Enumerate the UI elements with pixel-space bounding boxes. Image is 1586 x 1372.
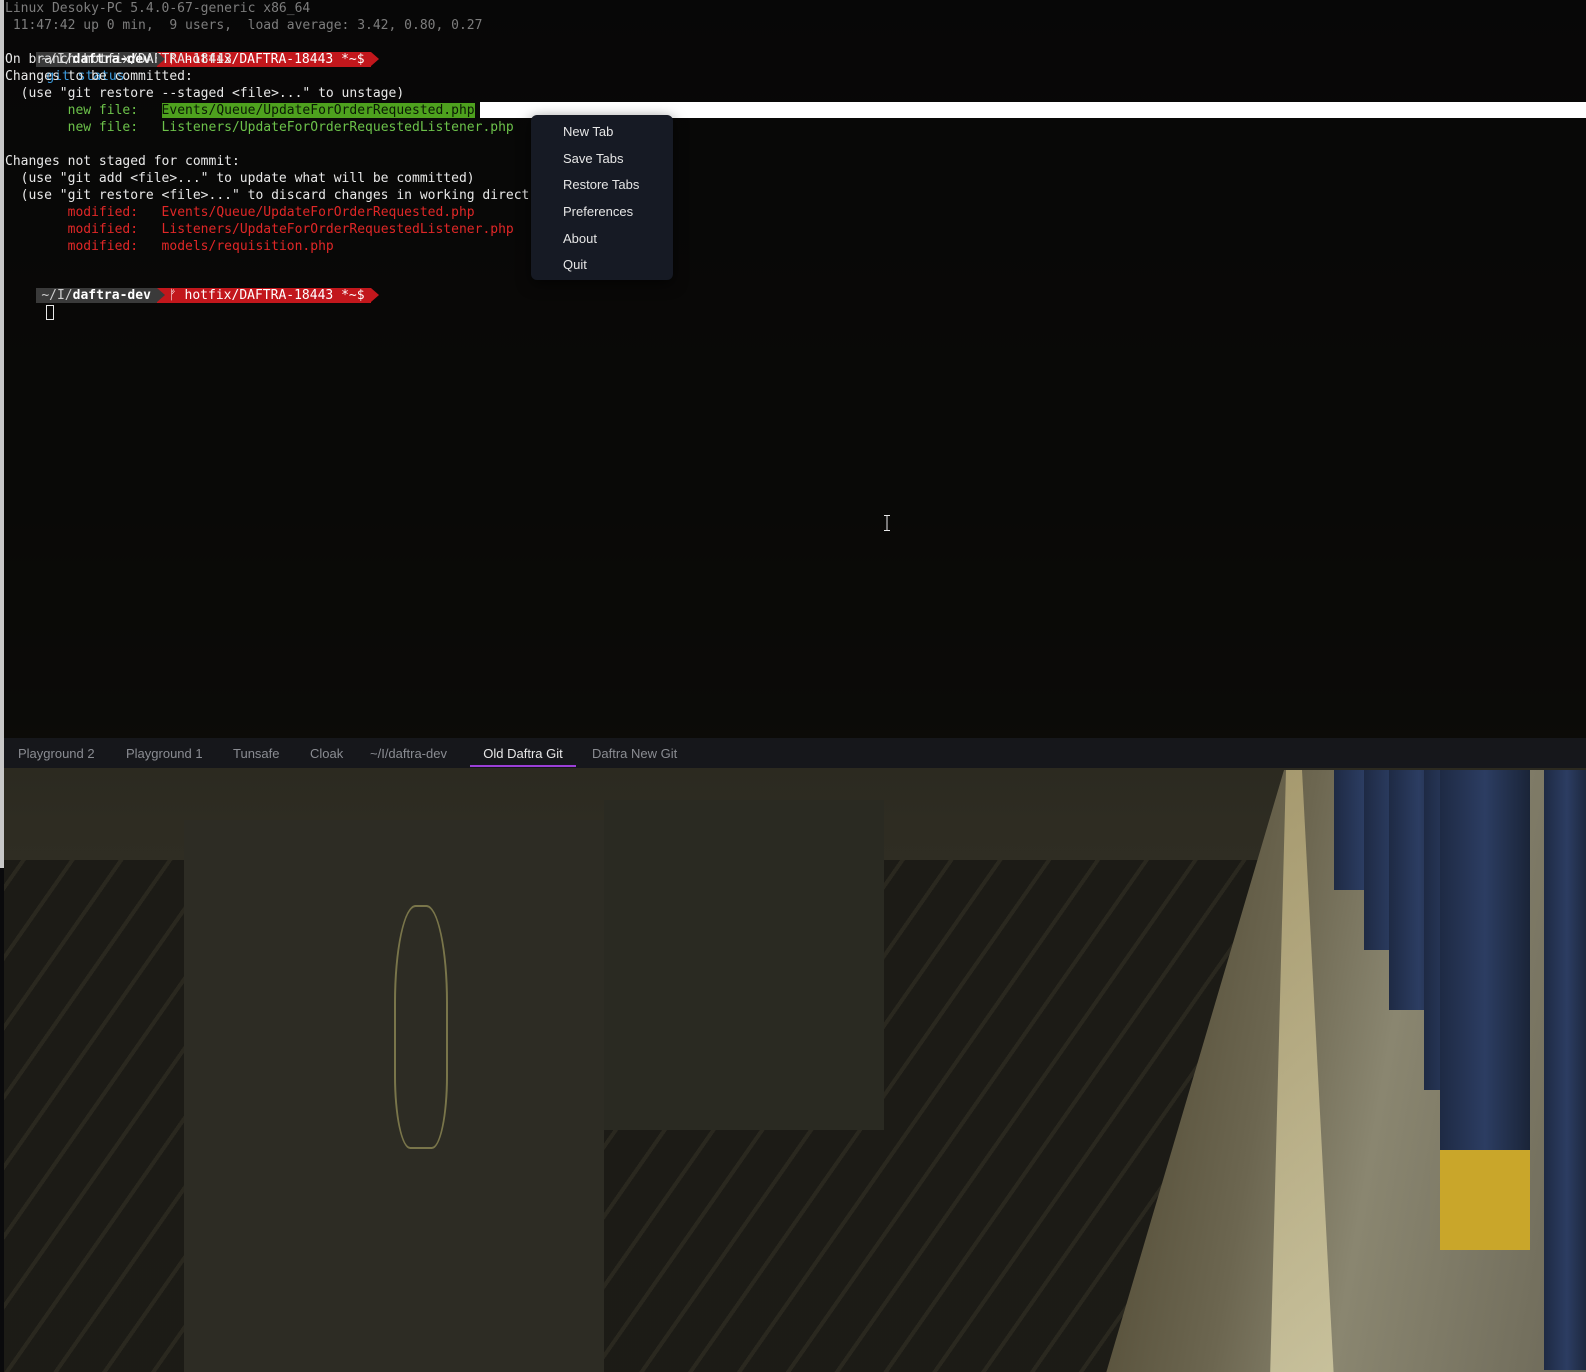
context-menu: New Tab Save Tabs Restore Tabs Preferenc… [531, 115, 673, 280]
staged-file-row: new file: Listeners/UpdateForOrderReques… [5, 119, 514, 136]
modified-file-row: modified: Listeners/UpdateForOrderReques… [5, 221, 514, 238]
file-status: new file: [5, 120, 162, 135]
modified-file-row: modified: models/requisition.php [5, 238, 334, 255]
wallpaper-column [1544, 770, 1586, 1370]
modified-file-row: modified: Events/Queue/UpdateForOrderReq… [5, 204, 475, 221]
tab-daftra-new-git[interactable]: Daftra New Git [592, 738, 677, 768]
prompt-path-prefix: ~/I/ [41, 288, 73, 303]
uptime-line: 11:47:42 up 0 min, 9 users, load average… [5, 18, 483, 33]
menu-item-quit[interactable]: Quit [531, 252, 673, 279]
wallpaper-graffiti [394, 905, 448, 1149]
menu-item-about[interactable]: About [531, 226, 673, 253]
menu-item-restore-tabs[interactable]: Restore Tabs [531, 172, 673, 199]
file-path: Listeners/UpdateForOrderRequestedListene… [161, 120, 514, 135]
menu-item-preferences[interactable]: Preferences [531, 199, 673, 226]
tab-playground-2[interactable]: Playground 2 [18, 738, 95, 768]
prompt-path-segment: ~/I/daftra-dev [36, 288, 165, 303]
prompt-branch-text: ᚠ hotfix/DAFTRA-18443 *~$ [168, 288, 365, 303]
staged-hint: (use "git restore --staged <file>..." to… [5, 86, 405, 101]
tab-old-daftra-git[interactable]: Old Daftra Git [470, 738, 576, 768]
i-beam-cursor-icon [884, 515, 890, 531]
file-status: modified: [5, 239, 162, 254]
terminal-tab-bar: Playground 2 Playground 1 Tunsafe Cloak … [4, 738, 1586, 768]
unstaged-hint-2: (use "git restore <file>..." to discard … [5, 188, 530, 203]
file-path: models/requisition.php [161, 239, 334, 254]
terminal-cursor [46, 305, 55, 320]
staged-file-row: new file: Events/Queue/UpdateForOrderReq… [5, 102, 475, 119]
tab-tunsafe[interactable]: Tunsafe [233, 738, 280, 768]
tab-label: Old Daftra Git [483, 746, 563, 761]
tab-cloak[interactable]: Cloak [310, 738, 343, 768]
prompt-line: ~/I/daftra-dev ᚠ hotfix/DAFTRA-18443 *~$ [5, 270, 379, 320]
wallpaper-wall-2 [604, 800, 884, 1130]
file-path-selected[interactable]: Events/Queue/UpdateForOrderRequested.php [161, 103, 475, 118]
on-branch-line: On branch hotfix/DAFTRA-18443 [5, 52, 232, 67]
tab-daftra-dev[interactable]: ~/I/daftra-dev [370, 738, 447, 768]
prompt-branch-segment: ᚠ hotfix/DAFTRA-18443 *~$ [156, 288, 379, 303]
wallpaper-column-base [1440, 1150, 1530, 1250]
file-status: modified: [5, 222, 162, 237]
prompt-line: ~/I/daftra-dev ᚠ hotfix/DAFTRA-18443 *~$ … [5, 34, 379, 84]
wallpaper-column [1440, 770, 1530, 1150]
file-path: Events/Queue/UpdateForOrderRequested.php [161, 205, 475, 220]
staged-header: Changes to be committed: [5, 69, 193, 84]
prompt-path-dir: daftra-dev [72, 288, 151, 303]
unstaged-header: Changes not staged for commit: [5, 154, 240, 169]
menu-item-save-tabs[interactable]: Save Tabs [531, 146, 673, 173]
tab-playground-1[interactable]: Playground 1 [126, 738, 203, 768]
menu-item-new-tab[interactable]: New Tab [531, 119, 673, 146]
file-path: Listeners/UpdateForOrderRequestedListene… [161, 222, 514, 237]
sysinfo-line: Linux Desoky-PC 5.4.0-67-generic x86_64 [5, 1, 311, 16]
active-tab-indicator [470, 765, 576, 767]
file-status: new file: [5, 103, 162, 118]
unstaged-hint-1: (use "git add <file>..." to update what … [5, 171, 475, 186]
file-status: modified: [5, 205, 162, 220]
